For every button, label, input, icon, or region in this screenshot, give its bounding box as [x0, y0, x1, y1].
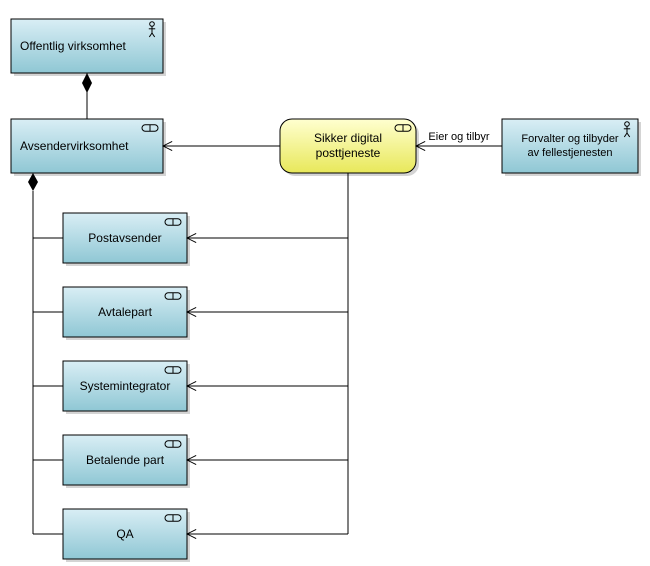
edge-offentlig-avsender — [82, 73, 92, 119]
label-role: QA — [116, 527, 133, 541]
node-role-betalende-part: Betalende part — [63, 435, 190, 488]
node-forvalter: Forvalter og tilbyder av fellestjenesten — [502, 119, 641, 176]
label-forvalter-1: Forvalter og tilbyder — [521, 133, 619, 145]
label-role: Postavsender — [88, 231, 161, 245]
edge-forvalter-service: Eier og tilbyr — [416, 131, 502, 146]
label-role: Betalende part — [86, 453, 165, 467]
edge-label-eier: Eier og tilbyr — [428, 131, 489, 143]
node-role-avtalepart: Avtalepart — [63, 287, 190, 340]
label-role: Systemintegrator — [80, 379, 171, 393]
label-service-2: posttjeneste — [316, 146, 381, 160]
label-forvalter-2: av fellestjenesten — [528, 147, 613, 159]
node-role-postavsender: Postavsender — [63, 213, 190, 266]
label-avsender: Avsendervirksomhet — [20, 139, 129, 153]
label-service-1: Sikker digital — [314, 131, 382, 145]
node-service: Sikker digitalposttjeneste — [280, 119, 419, 176]
archimate-diagram: Offentlig virksomhet Avsendervirksomhet … — [0, 0, 650, 566]
node-role-qa: QA — [63, 509, 190, 562]
node-offentlig-virksomhet: Offentlig virksomhet — [11, 19, 166, 76]
label-offentlig: Offentlig virksomhet — [20, 39, 126, 53]
node-role-systemintegrator: Systemintegrator — [63, 361, 190, 414]
label-role: Avtalepart — [98, 305, 152, 319]
svg-text:Sikker digitalposttjeneste: Sikker digitalposttjeneste — [314, 131, 382, 160]
node-avsendervirksomhet: Avsendervirksomhet — [11, 119, 166, 176]
